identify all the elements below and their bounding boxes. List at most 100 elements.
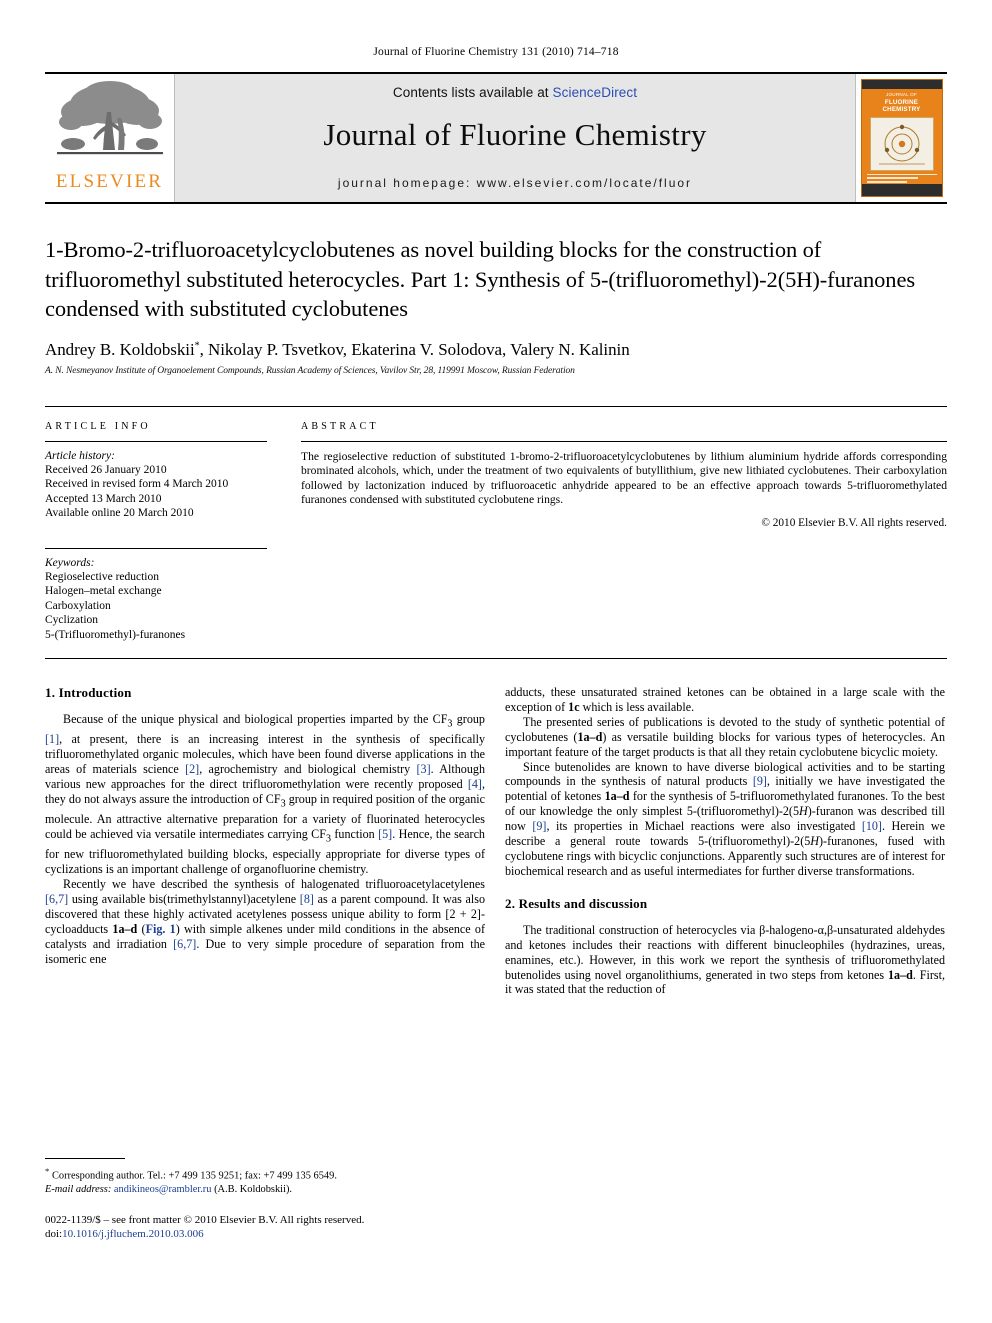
text-run: , agrochemistry and biological chemistry bbox=[199, 762, 417, 777]
compound-label: 1a–d bbox=[577, 729, 603, 744]
footnote-marker: * bbox=[45, 1166, 50, 1176]
paragraph-right-3: Since butenolides are known to have dive… bbox=[505, 760, 945, 879]
compound-label: 1a–d bbox=[604, 789, 630, 804]
reference-link[interactable]: [9] bbox=[532, 819, 546, 833]
page-title: 1-Bromo-2-trifluoroacetylcyclobutenes as… bbox=[45, 237, 915, 321]
text-run: function bbox=[331, 827, 379, 842]
email-owner: (A.B. Koldobskii). bbox=[214, 1183, 293, 1195]
cover-top-bar bbox=[861, 80, 942, 89]
right-column: adducts, these unsaturated strained keto… bbox=[505, 685, 945, 997]
issn-copyright-line: 0022-1139/$ – see front matter © 2010 El… bbox=[45, 1214, 365, 1226]
journal-masthead: ELSEVIER Contents lists available at Sci… bbox=[45, 72, 947, 204]
article-history-label: Article history: bbox=[45, 449, 115, 462]
keyword-item: Cyclization bbox=[45, 614, 99, 626]
masthead-center: Contents lists available at ScienceDirec… bbox=[175, 74, 855, 202]
left-column: 1. Introduction Because of the unique ph… bbox=[45, 685, 485, 997]
elsevier-wordmark: ELSEVIER bbox=[55, 171, 164, 192]
history-revised: Received in revised form 4 March 2010 bbox=[45, 478, 229, 490]
divider bbox=[45, 547, 267, 549]
paragraph-intro-2: Recently we have described the synthesis… bbox=[45, 877, 485, 966]
footnote-email: E-mail address: andikineos@rambler.ru (A… bbox=[45, 1183, 485, 1197]
body-columns: 1. Introduction Because of the unique ph… bbox=[45, 685, 947, 997]
section-heading-introduction: 1. Introduction bbox=[45, 685, 132, 700]
contents-prefix: Contents lists available at bbox=[392, 85, 553, 100]
text-run: ( bbox=[137, 922, 146, 936]
cover-title: JOURNAL OF FLUORINE CHEMISTRY bbox=[862, 89, 942, 115]
elsevier-tree-icon bbox=[56, 81, 163, 155]
journal-title: Journal of Fluorine Chemistry bbox=[323, 117, 707, 152]
author-list: Andrey B. Koldobskii*, Nikolay P. Tsvetk… bbox=[45, 340, 947, 360]
italic-h: H bbox=[810, 834, 820, 849]
text-run: Corresponding author. Tel.: +7 499 135 9… bbox=[51, 1170, 337, 1182]
cover-text-lines bbox=[862, 173, 942, 184]
compound-label: 1a–d bbox=[112, 922, 138, 936]
reference-link[interactable]: [6,7] bbox=[173, 937, 196, 951]
article-info-column: ARTICLE INFO Article history: Received 2… bbox=[45, 421, 293, 643]
journal-cover-thumbnail: JOURNAL OF FLUORINE CHEMISTRY bbox=[860, 79, 943, 197]
paragraph-results-1: The traditional construction of heterocy… bbox=[505, 923, 945, 998]
cover-bottom-bar bbox=[861, 184, 942, 196]
divider bbox=[45, 440, 267, 442]
email-label: E-mail address: bbox=[45, 1183, 112, 1195]
italic-h: H bbox=[799, 804, 808, 819]
reference-link[interactable]: [10] bbox=[862, 819, 882, 833]
affiliation: A. N. Nesmeyanov Institute of Organoelem… bbox=[45, 365, 575, 376]
doi-line: doi:10.1016/j.jfluchem.2010.03.006 bbox=[45, 1227, 645, 1241]
reference-link[interactable]: [5] bbox=[378, 827, 392, 841]
figure-link[interactable]: Fig. 1 bbox=[146, 922, 176, 936]
text-run: using available bis(trimethylstannyl)ace… bbox=[68, 892, 300, 907]
elsevier-logo: ELSEVIER bbox=[45, 74, 175, 202]
reference-link[interactable]: [4] bbox=[468, 777, 482, 791]
history-accepted: Accepted 13 March 2010 bbox=[45, 492, 162, 505]
compound-label: 1a–d bbox=[887, 967, 913, 982]
reference-link[interactable]: [8] bbox=[300, 892, 314, 906]
divider bbox=[301, 440, 947, 442]
reference-link[interactable]: [1] bbox=[45, 732, 59, 746]
text-run: , its properties in Michael reactions we… bbox=[546, 819, 862, 834]
corresponding-author-footnote: * Corresponding author. Tel.: +7 499 135… bbox=[45, 1158, 485, 1196]
copyright-line: © 2010 Elsevier B.V. All rights reserved… bbox=[761, 516, 947, 529]
doi-link[interactable]: 10.1016/j.jfluchem.2010.03.006 bbox=[62, 1228, 203, 1240]
abstract-heading: ABSTRACT bbox=[301, 420, 379, 432]
sciencedirect-link[interactable]: ScienceDirect bbox=[553, 85, 638, 100]
keyword-item: Regioselective reduction bbox=[45, 570, 160, 583]
section-heading-results: 2. Results and discussion bbox=[505, 895, 648, 911]
reference-link[interactable]: [6,7] bbox=[45, 892, 68, 906]
paragraph-right-1: adducts, these unsaturated strained keto… bbox=[505, 685, 945, 715]
footnote-divider bbox=[45, 1158, 125, 1159]
history-online: Available online 20 March 2010 bbox=[45, 507, 194, 519]
text-run: Recently we have described the synthesis… bbox=[63, 877, 485, 892]
cover-title-line2: FLUORINE bbox=[884, 98, 919, 106]
keyword-item: 5-(Trifluoromethyl)-furanones bbox=[45, 628, 186, 641]
text-run: Because of the unique physical and biolo… bbox=[63, 712, 448, 726]
history-received: Received 26 January 2010 bbox=[45, 463, 167, 476]
contents-available-line: Contents lists available at ScienceDirec… bbox=[393, 85, 637, 100]
reference-link[interactable]: [2] bbox=[185, 762, 199, 776]
footnote-contact: * Corresponding author. Tel.: +7 499 135… bbox=[45, 1165, 485, 1183]
journal-homepage-line[interactable]: journal homepage: www.elsevier.com/locat… bbox=[175, 176, 855, 190]
author-corresponding: Andrey B. Koldobskii bbox=[45, 339, 195, 359]
reference-link[interactable]: [3] bbox=[417, 762, 431, 776]
cover-title-line1: JOURNAL OF bbox=[886, 92, 917, 97]
page-footer: 0022-1139/$ – see front matter © 2010 El… bbox=[45, 1213, 645, 1241]
running-head: Journal of Fluorine Chemistry 131 (2010)… bbox=[373, 46, 619, 58]
article-info-heading: ARTICLE INFO bbox=[45, 420, 151, 432]
title-block: 1-Bromo-2-trifluoroacetylcyclobutenes as… bbox=[45, 204, 947, 376]
keyword-item: Carboxylation bbox=[45, 599, 111, 612]
cover-molecule-illustration bbox=[869, 116, 934, 171]
reference-link[interactable]: [9] bbox=[753, 774, 767, 788]
paragraph-right-2: The presented series of publications is … bbox=[505, 715, 945, 760]
authors-remaining: , Nikolay P. Tsvetkov, Ekaterina V. Solo… bbox=[199, 339, 630, 359]
keyword-item: Halogen–metal exchange bbox=[45, 585, 162, 597]
text-run: group bbox=[452, 712, 485, 726]
cover-title-line3: CHEMISTRY bbox=[882, 106, 921, 113]
text-run: The traditional construction of heterocy… bbox=[505, 922, 945, 982]
keywords-label: Keywords: bbox=[45, 556, 95, 569]
email-link[interactable]: andikineos@rambler.ru bbox=[114, 1184, 212, 1195]
paragraph-intro-1: Because of the unique physical and biolo… bbox=[45, 712, 485, 877]
journal-cover-cell: JOURNAL OF FLUORINE CHEMISTRY bbox=[855, 74, 947, 202]
compound-label: 1c bbox=[568, 699, 580, 714]
abstract-text: The regioselective reduction of substitu… bbox=[301, 449, 947, 507]
article-page: Journal of Fluorine Chemistry 131 (2010)… bbox=[0, 0, 992, 1323]
